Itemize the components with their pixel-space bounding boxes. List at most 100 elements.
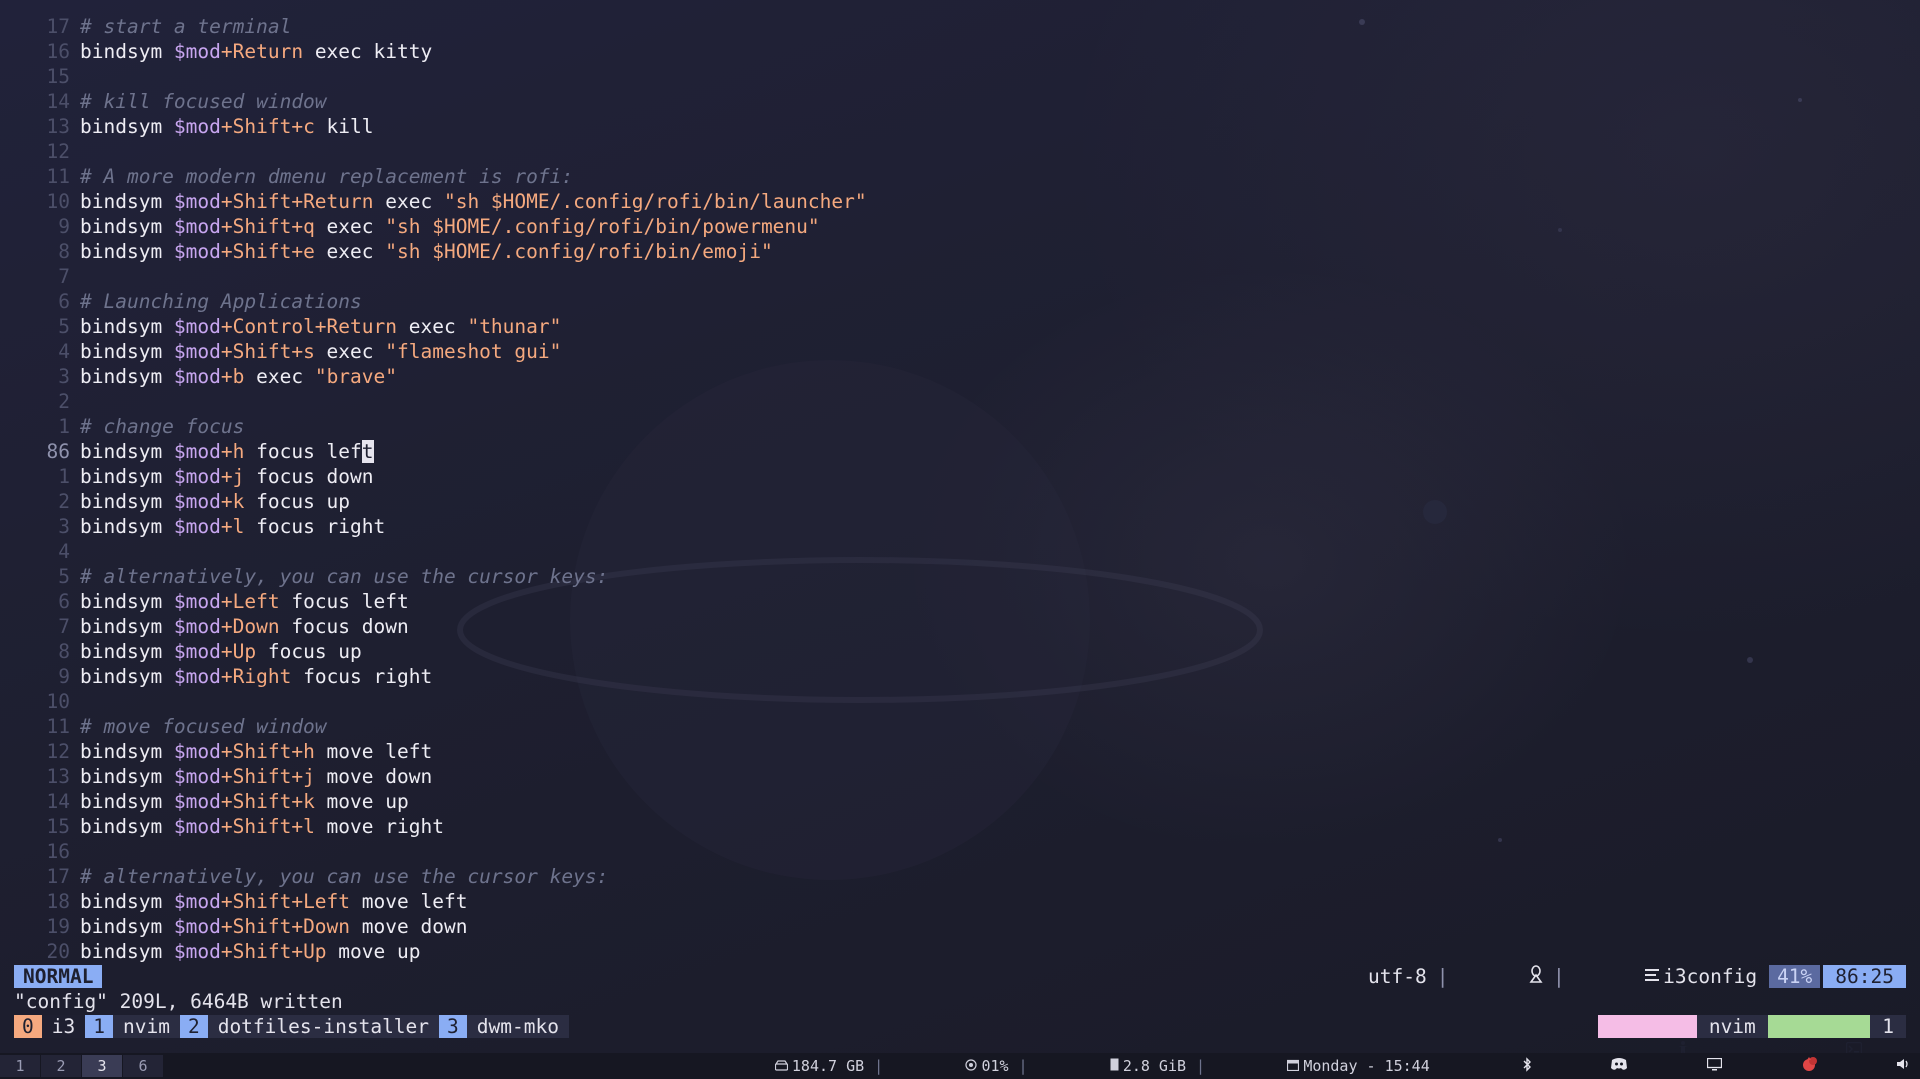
line-number: 10: [46, 690, 70, 713]
text-cursor: t: [361, 440, 374, 463]
line-content: # A more modern dmenu replacement is rof…: [80, 164, 573, 189]
code-line[interactable]: 17 # start a terminal: [0, 14, 1920, 39]
code-token: # Launching Applications: [80, 290, 362, 313]
tmux-window-list: 0 i3 1 nvim 2 dotfiles-installer 3 dwm-mko: [14, 1014, 569, 1038]
code-token: +h: [220, 440, 245, 463]
code-line[interactable]: 11 # move focused window: [0, 714, 1920, 739]
code-line[interactable]: 1 # change focus: [0, 414, 1920, 439]
code-token: +Shift+Left: [220, 890, 351, 913]
code-line[interactable]: 2: [0, 389, 1920, 414]
code-line[interactable]: 13 bindsym $mod+Shift+j move down: [0, 764, 1920, 789]
code-line[interactable]: 6 # Launching Applications: [0, 289, 1920, 314]
code-line[interactable]: 8 bindsym $mod+Shift+e exec "sh $HOME/.co…: [0, 239, 1920, 264]
tmux-pane-count: 1: [1870, 1015, 1906, 1038]
code-line[interactable]: 4 bindsym $mod+Shift+s exec "flameshot gu…: [0, 339, 1920, 364]
code-line[interactable]: 6 bindsym $mod+Left focus left: [0, 589, 1920, 614]
workspace-button[interactable]: 6: [123, 1055, 163, 1077]
code-line[interactable]: 9 bindsym $mod+Right focus right: [0, 664, 1920, 689]
code-line[interactable]: 12: [0, 139, 1920, 164]
line-number: 17: [46, 865, 70, 888]
code-token: bindsym: [80, 365, 174, 388]
line-content: # alternatively, you can use the cursor …: [80, 564, 608, 589]
tmux-window-name[interactable]: i3: [41, 1015, 86, 1038]
code-line[interactable]: 12 bindsym $mod+Shift+h move left: [0, 739, 1920, 764]
code-line[interactable]: 14 bindsym $mod+Shift+k move up: [0, 789, 1920, 814]
line-number: 86: [46, 440, 70, 463]
clock-block[interactable]: Monday - 15:44: [1215, 1039, 1430, 1079]
line-number: 14: [46, 790, 70, 813]
nvim-cmdline[interactable]: "config" 209L, 6464B written: [14, 989, 343, 1014]
code-line[interactable]: 9 bindsym $mod+Shift+q exec "sh $HOME/.co…: [0, 214, 1920, 239]
tmux-window-name[interactable]: dotfiles-installer: [207, 1015, 440, 1038]
discord-icon[interactable]: [1538, 1039, 1628, 1079]
code-line[interactable]: 2 bindsym $mod+k focus up: [0, 489, 1920, 514]
flameshot-icon[interactable]: [1728, 1038, 1818, 1079]
code-line[interactable]: 10 bindsym $mod+Shift+Return exec "sh $HO…: [0, 189, 1920, 214]
code-line[interactable]: 17 # alternatively, you can use the curso…: [0, 864, 1920, 889]
nvim-editor-buffer[interactable]: 17 # start a terminal 16 bindsym $mod+Retur…: [0, 14, 1920, 964]
code-line[interactable]: 1 bindsym $mod+j focus down: [0, 464, 1920, 489]
workspace-button[interactable]: 3: [82, 1055, 122, 1077]
statusline-right: utf-8 | | i3config 41% 86:25: [1358, 964, 1906, 989]
code-line[interactable]: 15: [0, 64, 1920, 89]
tmux-session-name: nvim: [1696, 1015, 1768, 1038]
line-number: 13: [46, 115, 70, 138]
system-tray: [1444, 1038, 1910, 1079]
code-line[interactable]: 13 bindsym $mod+Shift+c kill: [0, 114, 1920, 139]
tmux-status-bar: 0 i3 1 nvim 2 dotfiles-installer 3 dwm-mko nvim…: [0, 1014, 1920, 1057]
code-line[interactable]: 16: [0, 839, 1920, 864]
bar-separator: |: [1018, 1057, 1028, 1075]
line-number: 8: [58, 640, 70, 663]
line-content: bindsym $mod+Shift+s exec "flameshot gui…: [80, 339, 561, 364]
tmux-window-name[interactable]: nvim: [112, 1015, 180, 1038]
code-line[interactable]: 18 bindsym $mod+Shift+Left move left: [0, 889, 1920, 914]
code-line[interactable]: 15 bindsym $mod+Shift+l move right: [0, 814, 1920, 839]
code-token: $mod: [173, 940, 221, 963]
statusline-separator: |: [1436, 965, 1449, 988]
code-line[interactable]: 19 bindsym $mod+Shift+Down move down: [0, 914, 1920, 939]
code-line[interactable]: 5 # alternatively, you can use the cursor…: [0, 564, 1920, 589]
encoding-label: utf-8: [1368, 965, 1427, 988]
code-token: bindsym: [80, 465, 174, 488]
code-token: exec: [314, 215, 386, 238]
code-token: $mod: [173, 115, 221, 138]
code-line[interactable]: 86 bindsym $mod+h focus left: [0, 439, 1920, 464]
tmux-window-number[interactable]: 0: [14, 1015, 42, 1038]
code-token: bindsym: [80, 940, 174, 963]
line-content: bindsym $mod+Shift+h move left: [80, 739, 432, 764]
code-line[interactable]: 7: [0, 264, 1920, 289]
line-content: # start a terminal: [80, 14, 291, 39]
volume-icon[interactable]: [1824, 1039, 1910, 1079]
code-line[interactable]: 8 bindsym $mod+Up focus up: [0, 639, 1920, 664]
code-token: +l: [220, 515, 245, 538]
code-token: +Shift+s: [220, 340, 315, 363]
code-token: # kill focused window: [80, 90, 327, 113]
tmux-window-number[interactable]: 1: [85, 1015, 113, 1038]
cpu-icon: [893, 1039, 978, 1079]
workspace-button[interactable]: 2: [41, 1055, 81, 1077]
code-line[interactable]: 11 # A more modern dmenu replacement is r…: [0, 164, 1920, 189]
code-token: focus up: [244, 490, 351, 513]
workspace-button[interactable]: 1: [0, 1055, 40, 1077]
line-number: 11: [46, 715, 70, 738]
line-content: bindsym $mod+Up focus up: [80, 639, 362, 664]
code-token: +Shift+l: [220, 815, 315, 838]
tmux-window-name[interactable]: dwm-mko: [466, 1015, 569, 1038]
code-token: # alternatively, you can use the cursor …: [80, 565, 609, 588]
code-token: +Control+Return: [220, 315, 397, 338]
code-line[interactable]: 3 bindsym $mod+l focus right: [0, 514, 1920, 539]
code-line[interactable]: 14 # kill focused window: [0, 89, 1920, 114]
tmux-window-number[interactable]: 2: [179, 1015, 208, 1038]
code-line[interactable]: 10: [0, 689, 1920, 714]
code-line[interactable]: 3 bindsym $mod+b exec "brave": [0, 364, 1920, 389]
display-icon[interactable]: [1634, 1039, 1722, 1079]
bluetooth-icon[interactable]: [1450, 1039, 1532, 1079]
bar-separator: |: [874, 1057, 884, 1075]
line-content: bindsym $mod+Shift+Left move left: [80, 889, 467, 914]
code-line[interactable]: 7 bindsym $mod+Down focus down: [0, 614, 1920, 639]
code-line[interactable]: 4: [0, 539, 1920, 564]
code-token: exec: [373, 190, 444, 213]
tmux-window-number[interactable]: 3: [439, 1015, 467, 1038]
code-line[interactable]: 16 bindsym $mod+Return exec kitty: [0, 39, 1920, 64]
code-line[interactable]: 5 bindsym $mod+Control+Return exec "thuna…: [0, 314, 1920, 339]
